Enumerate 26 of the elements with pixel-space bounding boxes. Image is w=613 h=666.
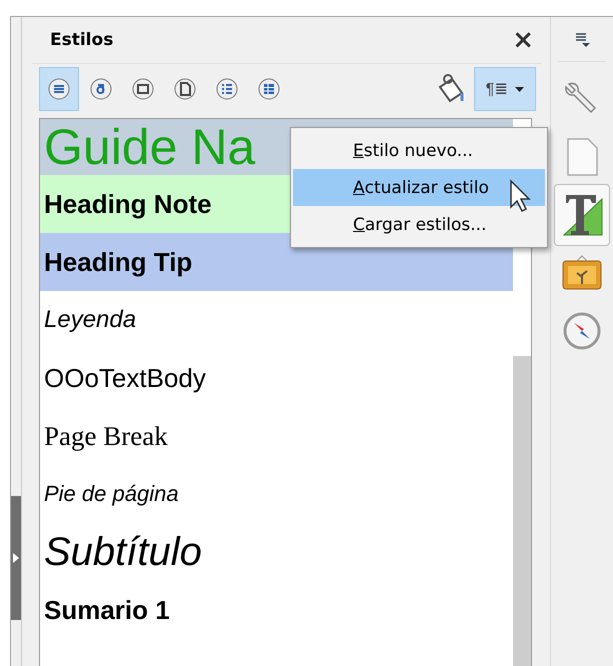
- close-button[interactable]: ×: [512, 25, 534, 55]
- style-item[interactable]: Page Break: [40, 407, 513, 465]
- table-style-icon: [258, 78, 280, 100]
- frame-style-icon: [132, 78, 154, 100]
- page-icon: [565, 137, 599, 177]
- compass-icon: [562, 311, 602, 351]
- menu-icon[interactable]: [574, 31, 590, 47]
- paragraph-style-icon: [48, 78, 70, 100]
- picture-icon: [561, 255, 603, 291]
- style-item[interactable]: OOoTextBody: [40, 349, 513, 407]
- panel-title: Estilos: [50, 30, 114, 50]
- scrollbar-thumb[interactable]: [513, 356, 531, 666]
- collapse-handle[interactable]: [11, 496, 21, 620]
- style-item[interactable]: Pie de página: [40, 465, 513, 523]
- page-style-icon: [174, 78, 196, 100]
- character-style-icon: [90, 78, 112, 100]
- dropdown-caret-icon: [515, 86, 524, 92]
- new-style-dropdown-button[interactable]: ¶≣: [474, 67, 536, 111]
- style-item[interactable]: Leyenda: [40, 291, 513, 349]
- text-deck-button[interactable]: [554, 184, 610, 246]
- paragraph-styles-button[interactable]: [39, 67, 79, 111]
- style-item[interactable]: Subtítulo: [40, 523, 513, 581]
- list-style-icon: [216, 78, 238, 100]
- style-item[interactable]: Sumario 1: [40, 581, 513, 639]
- mouse-cursor-icon: [509, 179, 531, 213]
- expand-arrow-icon: [13, 553, 19, 563]
